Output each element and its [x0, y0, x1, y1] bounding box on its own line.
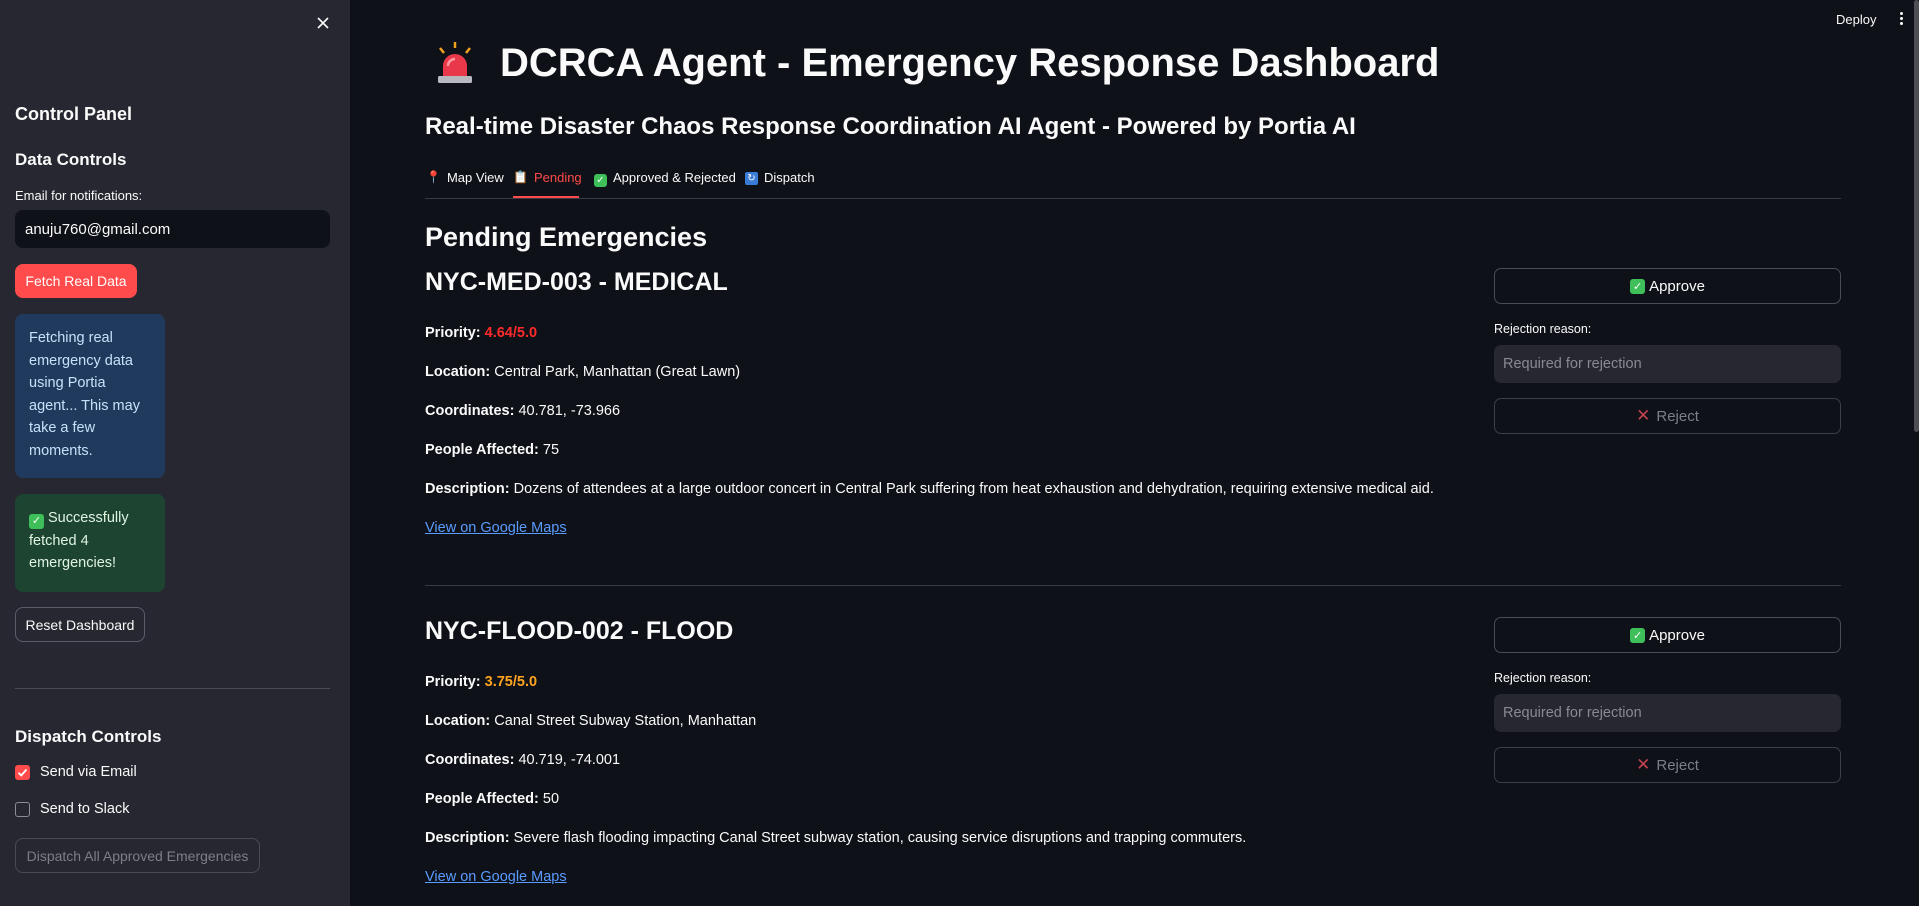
close-icon	[317, 17, 329, 29]
success-alert: ✓ Successfully fetched 4 emergencies!	[15, 494, 165, 592]
send-email-label: Send via Email	[40, 764, 137, 780]
check-icon: ✓	[1630, 278, 1646, 294]
rejection-reason-input[interactable]: Required for rejection	[1494, 694, 1841, 732]
checkbox-checked-icon[interactable]	[15, 764, 30, 780]
email-field[interactable]: anuju760@gmail.com	[15, 210, 330, 248]
people-field: People Affected: 75	[425, 442, 560, 458]
rejection-reason-label: Rejection reason:	[1494, 322, 1592, 336]
priority-value: 3.75/5.0	[484, 674, 538, 690]
data-controls-heading: Data Controls	[15, 150, 127, 169]
emergency-title: NYC-MED-003 - MEDICAL	[425, 268, 728, 296]
emergency-card: NYC-MED-003 - MEDICAL Priority: 4.64/5.0…	[425, 268, 1841, 588]
send-email-checkbox[interactable]: Send via Email	[15, 764, 137, 780]
send-slack-label: Send to Slack	[40, 801, 130, 817]
priority-field: Priority: 3.75/5.0	[425, 674, 538, 690]
coordinates-value: 40.719, -74.001	[518, 752, 621, 768]
pin-icon: 📍	[426, 170, 441, 184]
main-menu-icon[interactable]	[1897, 10, 1905, 28]
description-field: Description: Severe flash flooding impac…	[425, 830, 1247, 846]
check-icon: ✓	[1630, 627, 1646, 643]
description-field: Description: Dozens of attendees at a la…	[425, 481, 1434, 497]
send-slack-checkbox[interactable]: Send to Slack	[15, 801, 129, 817]
priority-field: Priority: 4.64/5.0	[425, 325, 538, 341]
tab-label: Map View	[446, 170, 504, 185]
tab-pending[interactable]: 📋 Pending	[513, 166, 582, 198]
page-subtitle: Real-time Disaster Chaos Response Coordi…	[425, 113, 1356, 140]
location-field: Location: Central Park, Manhattan (Great…	[425, 364, 741, 380]
location-value: Central Park, Manhattan (Great Lawn)	[494, 364, 741, 380]
location-field: Location: Canal Street Subway Station, M…	[425, 713, 757, 729]
email-label: Email for notifications:	[15, 188, 143, 203]
page-title-text: DCRCA Agent - Emergency Response Dashboa…	[500, 40, 1440, 85]
reject-button[interactable]: ✕ Reject	[1494, 747, 1841, 783]
tab-label: Pending	[533, 170, 582, 185]
description-value: Severe flash flooding impacting Canal St…	[513, 830, 1247, 846]
description-value: Dozens of attendees at a large outdoor c…	[513, 481, 1434, 497]
dispatch-all-button[interactable]: Dispatch All Approved Emergencies	[15, 838, 260, 873]
reject-button[interactable]: ✕ Reject	[1494, 398, 1841, 434]
clipboard-icon: 📋	[513, 170, 528, 184]
people-field: People Affected: 50	[425, 791, 560, 807]
cross-icon: ✕	[1636, 755, 1651, 774]
checkbox-unchecked-icon[interactable]	[15, 801, 30, 817]
deploy-button[interactable]: Deploy	[1836, 12, 1876, 27]
close-sidebar-button[interactable]	[312, 12, 334, 34]
approve-button[interactable]: ✓ Approve	[1494, 268, 1841, 304]
tab-bar: 📍 Map View 📋 Pending ✓ Approved & Reject…	[425, 166, 1841, 199]
rejection-reason-label: Rejection reason:	[1494, 671, 1592, 685]
page-title: DCRCA Agent - Emergency Response Dashboa…	[433, 40, 1439, 86]
priority-value: 4.64/5.0	[484, 325, 538, 341]
approve-button[interactable]: ✓ Approve	[1494, 617, 1841, 653]
reset-dashboard-button[interactable]: Reset Dashboard	[15, 607, 145, 642]
coordinates-value: 40.781, -73.966	[518, 403, 621, 419]
coordinates-field: Coordinates: 40.719, -74.001	[425, 752, 621, 768]
dispatch-controls-heading: Dispatch Controls	[15, 727, 162, 746]
card-divider	[425, 585, 1841, 586]
scrollbar[interactable]	[1914, 0, 1919, 432]
people-value: 75	[542, 442, 560, 458]
check-icon: ✓	[594, 170, 607, 187]
tab-label: Dispatch	[764, 170, 815, 185]
cross-icon: ✕	[1636, 406, 1651, 425]
siren-icon	[438, 42, 472, 83]
refresh-icon: ↻	[745, 170, 758, 185]
google-maps-link[interactable]: View on Google Maps	[425, 520, 567, 536]
tab-label: Approved & Rejected	[613, 170, 736, 185]
info-alert: Fetching real emergency data using Porti…	[15, 314, 165, 478]
emergency-title: NYC-FLOOD-002 - FLOOD	[425, 617, 734, 645]
section-title: Pending Emergencies	[425, 222, 708, 252]
coordinates-field: Coordinates: 40.781, -73.966	[425, 403, 621, 419]
emergency-card: NYC-FLOOD-002 - FLOOD Priority: 3.75/5.0…	[425, 617, 1841, 906]
fetch-real-data-button[interactable]: Fetch Real Data	[15, 264, 137, 298]
sidebar: Control Panel Data Controls Email for no…	[0, 0, 350, 906]
tab-map-view[interactable]: 📍 Map View	[426, 166, 504, 198]
check-icon: ✓	[29, 513, 44, 529]
location-value: Canal Street Subway Station, Manhattan	[494, 713, 757, 729]
tab-dispatch[interactable]: ↻ Dispatch	[745, 166, 815, 198]
sidebar-divider	[15, 688, 330, 689]
tab-approved-rejected[interactable]: ✓ Approved & Rejected	[594, 166, 736, 198]
google-maps-link[interactable]: View on Google Maps	[425, 869, 567, 885]
rejection-reason-input[interactable]: Required for rejection	[1494, 345, 1841, 383]
control-panel-heading: Control Panel	[15, 104, 133, 124]
people-value: 50	[542, 791, 560, 807]
